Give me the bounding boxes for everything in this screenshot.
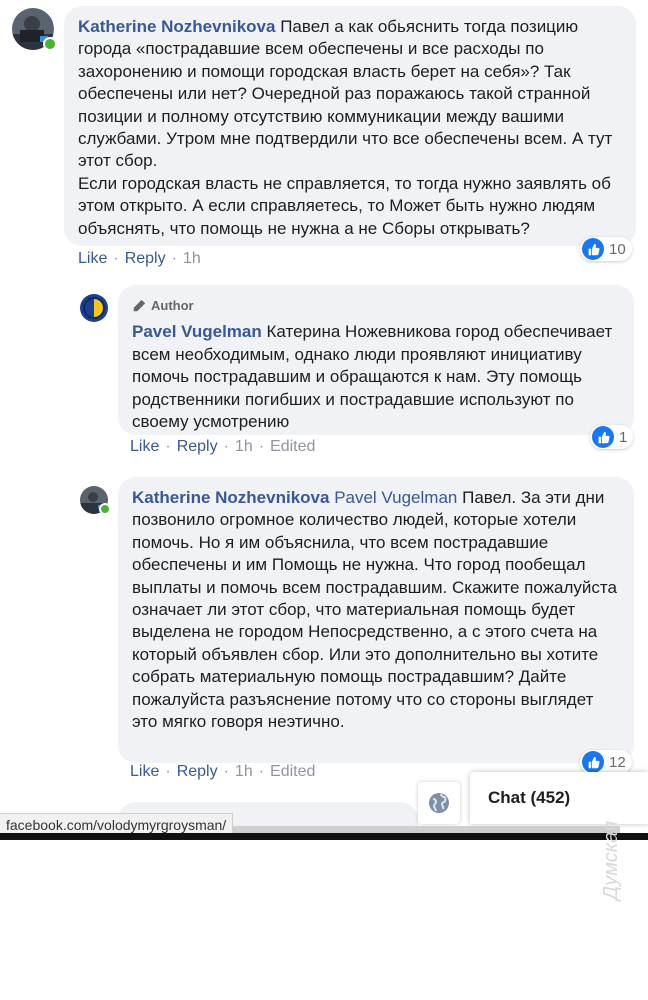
- comment-text: Павел. За эти дни позвонило огромное кол…: [132, 488, 622, 732]
- separator: ·: [223, 438, 229, 455]
- like-count: 12: [609, 753, 626, 771]
- comment-author-name[interactable]: Katherine Nozhevnikova: [78, 17, 275, 36]
- comment-author-name[interactable]: Katherine Nozhevnikova: [132, 488, 329, 507]
- avatar-katherine[interactable]: [12, 8, 57, 51]
- edited-label[interactable]: Edited: [270, 438, 315, 456]
- separator: ·: [113, 250, 119, 267]
- comment-text: Павел а как обьяснить тогда позицию горо…: [78, 17, 613, 238]
- watermark: Думская: [600, 820, 622, 900]
- comment-author-name[interactable]: Pavel Vugelman: [132, 322, 262, 341]
- edited-label[interactable]: Edited: [270, 763, 315, 781]
- separator: ·: [258, 763, 265, 780]
- reply-button[interactable]: Reply: [125, 250, 166, 268]
- chat-label: Chat (452): [488, 788, 571, 807]
- status-url-text: facebook.com/volodymyrgroysman/: [6, 817, 227, 833]
- separator: ·: [171, 250, 177, 267]
- timestamp[interactable]: 1h: [235, 763, 253, 781]
- comment-bubble-3: Katherine Nozhevnikova Pavel Vugelman Па…: [118, 477, 634, 763]
- comment-bubble-1: Katherine Nozhevnikova Павел а как обьяс…: [64, 6, 636, 246]
- comment-bubble-2: Author Pavel Vugelman Катерина Ножевнико…: [118, 285, 634, 435]
- chat-button[interactable]: Chat (452): [470, 772, 648, 824]
- avatar-pavel[interactable]: [80, 294, 108, 322]
- reaction-count-2[interactable]: 1: [590, 425, 634, 449]
- like-button[interactable]: Like: [130, 763, 159, 781]
- mention-link[interactable]: Pavel Vugelman: [334, 488, 457, 507]
- pencil-icon: [133, 300, 146, 312]
- globe-button[interactable]: [418, 782, 460, 824]
- separator: ·: [258, 438, 265, 455]
- globe-icon: [429, 793, 449, 813]
- author-badge-label: Author: [151, 298, 194, 313]
- online-status-dot: [43, 37, 57, 51]
- comment-actions-1: Like · Reply · 1h: [78, 250, 201, 268]
- online-status-dot: [99, 503, 111, 515]
- author-badge: Author: [132, 295, 620, 317]
- like-button[interactable]: Like: [78, 250, 107, 268]
- reaction-count-3[interactable]: 12: [580, 750, 632, 774]
- timestamp[interactable]: 1h: [235, 438, 253, 456]
- like-count: 1: [619, 428, 628, 446]
- comment-actions-3: Like · Reply · 1h · Edited: [130, 763, 315, 781]
- separator: ·: [165, 763, 171, 780]
- thumbs-up-icon: [582, 238, 604, 260]
- avatar-katherine-small[interactable]: [80, 486, 111, 515]
- reply-button[interactable]: Reply: [177, 438, 218, 456]
- comment-actions-2: Like · Reply · 1h · Edited: [130, 438, 315, 456]
- separator: ·: [223, 763, 229, 780]
- like-count: 10: [609, 240, 626, 258]
- screen-edge: [0, 833, 648, 840]
- like-button[interactable]: Like: [130, 438, 159, 456]
- avatar-image: [80, 294, 108, 322]
- comment-thread: Katherine Nozhevnikova Павел а как обьяс…: [0, 0, 648, 840]
- thumbs-up-icon: [592, 426, 614, 448]
- reply-button[interactable]: Reply: [177, 763, 218, 781]
- reaction-count-1[interactable]: 10: [580, 237, 632, 261]
- thumbs-up-icon: [582, 751, 604, 773]
- timestamp[interactable]: 1h: [183, 250, 201, 268]
- separator: ·: [165, 438, 171, 455]
